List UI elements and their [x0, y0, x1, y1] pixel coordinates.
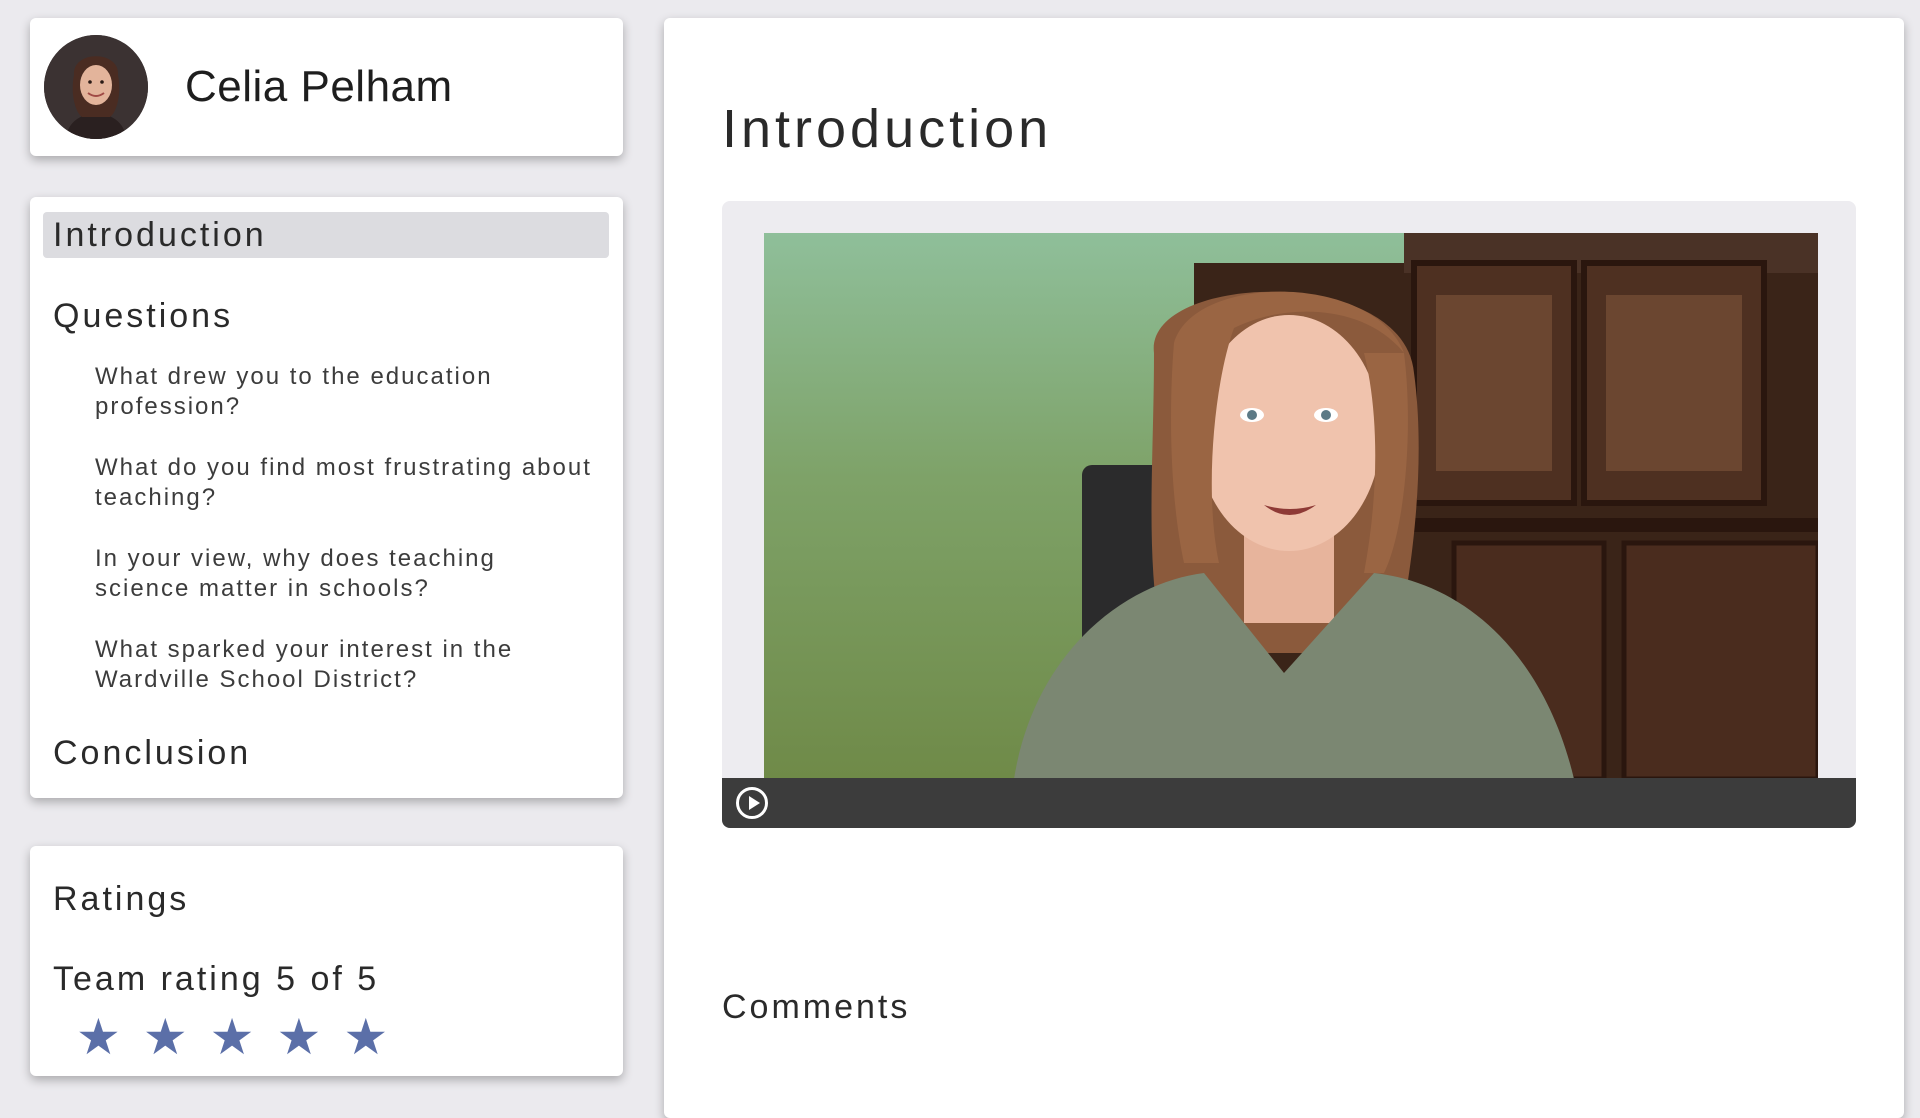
outline-nav: Introduction Questions What drew you to … — [30, 197, 623, 798]
nav-question-item[interactable]: What do you find most frustrating about … — [95, 453, 595, 513]
candidate-name: Celia Pelham — [185, 62, 453, 111]
nav-item-introduction[interactable]: Introduction — [43, 212, 609, 258]
video-controls-bar — [722, 778, 1856, 828]
page-title: Introduction — [722, 99, 1053, 159]
nav-question-item[interactable]: What sparked your interest in the Wardvi… — [95, 635, 595, 695]
star-icon: ★ — [142, 1009, 188, 1065]
star-icon: ★ — [209, 1009, 255, 1065]
profile-card: Celia Pelham — [30, 18, 623, 156]
ratings-card: Ratings Team rating 5 of 5 ★ ★ ★ ★ ★ — [30, 846, 623, 1076]
star-icon: ★ — [343, 1009, 389, 1065]
main-panel: Introduction Comments — [664, 18, 1904, 1118]
nav-item-conclusion[interactable]: Conclusion — [43, 730, 609, 776]
video-player[interactable] — [722, 201, 1856, 828]
star-icon: ★ — [276, 1009, 322, 1065]
star-icon: ★ — [76, 1009, 121, 1065]
star-rating: ★ ★ ★ ★ ★ — [76, 1012, 388, 1062]
nav-question-item[interactable]: What drew you to the education professio… — [95, 362, 595, 422]
avatar — [44, 35, 148, 139]
nav-item-questions[interactable]: Questions — [43, 293, 609, 339]
nav-question-item[interactable]: In your view, why does teaching science … — [95, 544, 595, 604]
video-frame-image[interactable] — [764, 233, 1818, 779]
play-icon[interactable] — [736, 787, 768, 819]
comments-title: Comments — [722, 988, 911, 1026]
team-rating-label: Team rating 5 of 5 — [53, 960, 380, 998]
ratings-title: Ratings — [53, 880, 190, 918]
